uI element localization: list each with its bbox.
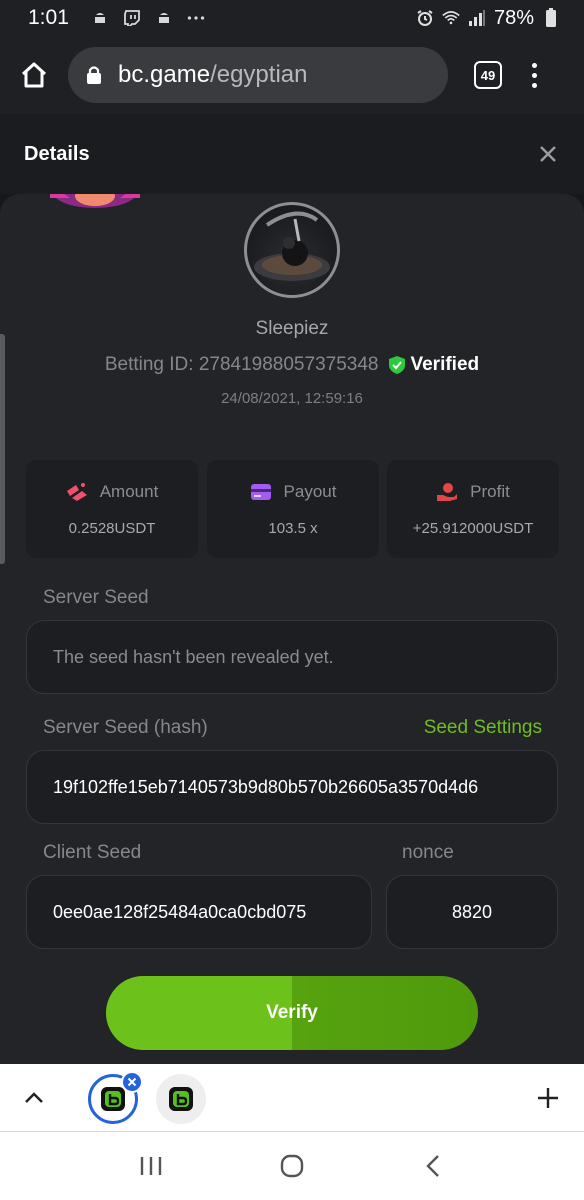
details-header: Details [0,114,584,194]
signal-icon [468,9,486,27]
amount-header: Amount [66,481,159,502]
card-icon [250,482,272,502]
recents-icon [140,1157,161,1175]
profit-header: Profit [436,482,510,502]
lock-icon [86,65,104,85]
status-left: 1:01 [28,6,205,30]
profit-card: Profit +25.912000USDT [387,460,559,558]
alarm-icon [416,9,434,27]
browser-toolbar: bc.game/egyptian 49 [0,36,584,114]
betting-id-row: Betting ID: 27841988057375348 Verified [0,354,584,376]
menu-dot [531,62,537,68]
back-chevron-icon [426,1155,440,1177]
verify-button[interactable]: Verify [106,976,478,1050]
amount-value: 0.2528USDT [68,519,156,537]
tab-bc-game[interactable] [156,1074,206,1124]
seed-settings-link[interactable]: Seed Settings [424,717,542,739]
twitch-icon [123,9,141,27]
mascot-decoration [50,194,140,214]
verified-label: Verified [410,354,480,375]
browser-menu-button[interactable] [528,62,540,88]
client-seed-label: Client Seed [43,842,142,863]
tab-bc-game-active[interactable] [88,1071,143,1124]
nonce-field[interactable]: 8820 [386,875,558,949]
profit-value: +25.912000USDT [412,519,534,537]
close-icon [127,1077,137,1087]
home-icon [21,62,47,88]
menu-dot [531,82,537,88]
android-nav-bar [0,1132,584,1200]
close-button[interactable] [536,142,560,166]
home-circle-icon [280,1154,304,1178]
server-seed-label: Server Seed [43,587,149,608]
home-nav-button[interactable] [277,1151,307,1181]
details-title: Details [24,142,90,165]
expand-tabs-button[interactable] [22,1086,46,1110]
battery-percent: 78% [493,6,534,29]
chevron-up-icon [25,1091,43,1103]
amount-icon [66,482,88,502]
username: Sleepiez [255,318,329,339]
bet-timestamp: 24/08/2021, 12:59:16 [221,390,363,407]
plus-icon [538,1088,558,1108]
bc-game-favicon [101,1087,125,1111]
close-icon [540,146,556,162]
server-seed-hash-label: Server Seed (hash) [43,717,208,738]
home-button[interactable] [14,55,54,95]
wifi-icon [442,9,460,27]
betting-id: Betting ID: 27841988057375348 [104,354,379,375]
more-dots-icon [187,9,205,27]
screen: 1:01 78% bc.game /egyptian 49 Details Sl… [0,0,584,1200]
server-seed-hash-field[interactable]: 19f102ffe15eb7140573b9d80b570b26605a3570… [26,750,558,824]
payout-value: 103.5 x [268,519,318,537]
amount-card: Amount 0.2528USDT [26,460,198,558]
bc-game-favicon [169,1087,193,1111]
nonce-label: nonce [402,842,454,863]
bet-details-panel: Sleepiez Betting ID: 27841988057375348 V… [0,194,584,1064]
tab-count-button[interactable]: 49 [474,61,502,89]
client-seed-field[interactable]: 0ee0ae128f25484a0ca0cbd075 [26,875,372,949]
android-icon [91,9,109,27]
menu-dot [531,72,537,78]
profit-hand-icon [436,482,458,502]
status-right: 78% [416,7,560,30]
battery-icon [542,8,560,27]
server-seed-field[interactable]: The seed hasn't been revealed yet. [26,620,558,694]
new-tab-button[interactable] [536,1086,560,1110]
address-bar[interactable]: bc.game/egyptian [68,47,448,103]
payout-card: Payout 103.5 x [207,460,379,558]
close-tab-button[interactable] [121,1071,143,1093]
amount-label: Amount [99,481,159,501]
profit-label: Profit [470,481,510,501]
status-bar: 1:01 78% [0,0,584,36]
avatar [244,202,340,298]
url-domain: bc.game [118,61,211,88]
payout-label: Payout [283,481,337,501]
verified-shield-icon [388,355,406,375]
url-path: /egyptian [210,61,308,88]
back-nav-button[interactable] [418,1151,448,1181]
recent-apps-button[interactable] [136,1151,166,1181]
payout-header: Payout [250,481,337,502]
android-icon [155,9,173,27]
status-time: 1:01 [28,6,69,29]
tab-switcher-strip [0,1064,584,1132]
